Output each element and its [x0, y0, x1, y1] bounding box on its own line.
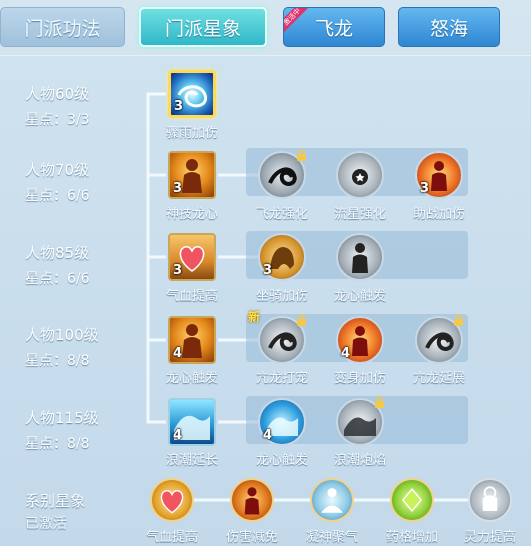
skill-count: 4 [341, 346, 351, 361]
level-100: 人物100级 星点：8/8 [25, 325, 99, 371]
level-title: 人物85级 [25, 244, 90, 262]
series-hp-up[interactable] [150, 478, 194, 522]
level-85: 人物85级 星点：6/6 [25, 243, 90, 289]
level-title: 人物115级 [25, 409, 99, 427]
series-label: 伤害减免 [225, 530, 278, 545]
tab-label: 怒海 [429, 17, 468, 40]
series-potion-slots[interactable] [390, 478, 434, 522]
skill-tide-extend[interactable]: 4 [168, 398, 216, 446]
tab-feilong[interactable]: 激活中 飞龙 [283, 7, 385, 47]
series-label: 凝神聚气 [305, 530, 358, 545]
skill-count: 4 [263, 428, 273, 443]
skill-label: 飞龙强化 [255, 207, 308, 222]
level-title: 人物100级 [25, 326, 99, 344]
tab-label: 飞龙 [314, 17, 353, 40]
level-60: 人物60级 星点：3/3 [25, 84, 90, 130]
series-label: 灵力提高 [463, 530, 516, 545]
series-title: 系别星象 [25, 492, 86, 510]
skill-label: 浪潮延长 [165, 453, 218, 468]
series-spirit-up[interactable] [468, 478, 512, 522]
heart-icon [160, 490, 184, 514]
level-points: 星点：8/8 [25, 353, 90, 369]
skill-label: 气血提高 [165, 289, 218, 304]
meteor-icon [352, 169, 368, 185]
skill-assist-damage[interactable]: 3 [415, 151, 463, 199]
lock-icon [297, 149, 306, 161]
skill-count: 3 [174, 99, 184, 114]
series-focus-qi[interactable] [310, 478, 354, 522]
skill-label: 神技龙心 [165, 207, 218, 222]
gem-icon [402, 488, 422, 512]
skill-count: 3 [263, 263, 273, 278]
skill-dragon-heart-trigger[interactable]: 4 [168, 316, 216, 364]
series-damage-reduce[interactable] [230, 478, 274, 522]
level-70: 人物70级 星点：6/6 [25, 160, 90, 206]
level-points: 星点：6/6 [25, 271, 90, 287]
lock-icon [297, 314, 306, 326]
skill-count: 3 [420, 181, 430, 196]
tab-sect-skills[interactable]: 门派功法 [0, 7, 125, 47]
skill-label: 助战加伤 [412, 207, 465, 222]
lock-icon [454, 314, 463, 326]
skill-meteor-boost[interactable] [336, 151, 384, 199]
skill-label: 亢龙打宠 [255, 371, 308, 386]
series-status: 已激活 [25, 516, 67, 532]
level-title: 人物70级 [25, 161, 90, 179]
active-badge: 激活中 [284, 8, 310, 34]
skill-count: 3 [173, 263, 183, 278]
skill-label: 浪潮炮焰 [333, 453, 386, 468]
skill-feilong-boost[interactable] [258, 149, 306, 199]
series-label: 药格增加 [385, 530, 438, 545]
new-badge: 新 [248, 310, 261, 324]
skill-label: 龙心触发 [165, 371, 218, 386]
level-points: 星点：6/6 [25, 188, 90, 204]
tab-label: 门派星象 [164, 17, 241, 40]
skill-label: 变身加伤 [333, 371, 386, 386]
series-label: 气血提高 [145, 530, 198, 545]
skill-label: 龙心触发 [255, 453, 308, 468]
skill-label: 骤雨加伤 [165, 126, 218, 141]
skill-label: 龙心触发 [333, 289, 386, 304]
skill-storm-rain[interactable]: 3 [168, 70, 216, 118]
skill-kanglong-extend[interactable] [415, 314, 463, 364]
hand-icon [482, 486, 498, 511]
skill-count: 4 [173, 346, 183, 361]
tab-nuhai[interactable]: 怒海 [398, 7, 500, 47]
skill-count: 4 [173, 428, 183, 443]
skill-tide-flame[interactable] [336, 396, 384, 446]
tab-sect-stars[interactable]: 门派星象 [139, 7, 267, 47]
skill-label: 流星强化 [333, 207, 386, 222]
skill-hp-up[interactable]: 3 [168, 233, 216, 281]
figure-icon [244, 487, 260, 515]
tab-label: 门派功法 [24, 17, 101, 40]
level-points: 星点：3/3 [25, 112, 90, 128]
figure-icon [352, 243, 368, 273]
level-115: 人物115级 星点：8/8 [25, 408, 99, 454]
skill-label: 亢龙延展 [412, 371, 465, 386]
lock-icon [375, 396, 384, 408]
skill-mount-damage[interactable]: 3 [258, 233, 306, 281]
skill-dragon-heart-trigger[interactable] [336, 233, 384, 281]
skill-count: 3 [173, 181, 183, 196]
skill-divine-dragon-heart[interactable]: 3 [168, 151, 216, 199]
skill-dragon-heart-trigger-2[interactable]: 4 [258, 398, 306, 446]
meditate-icon [321, 488, 343, 513]
level-points: 星点：8/8 [25, 436, 90, 452]
skill-kanglong-pet[interactable] [258, 314, 306, 364]
skill-transform-damage[interactable]: 4 [336, 316, 384, 364]
skill-label: 坐骑加伤 [255, 289, 308, 304]
level-title: 人物60级 [25, 85, 90, 103]
